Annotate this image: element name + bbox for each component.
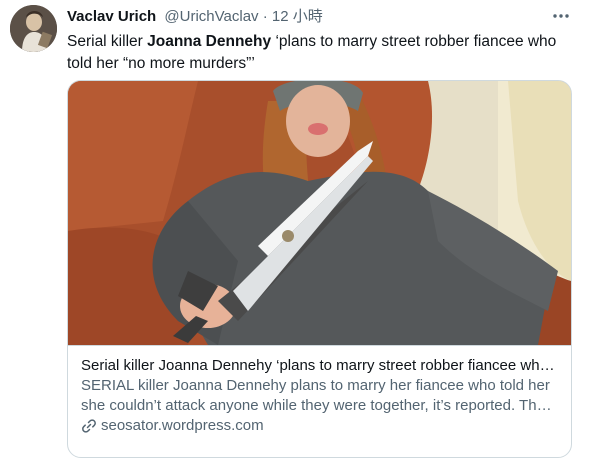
card-title[interactable]: Serial killer Joanna Dennehy ‘plans to m… [81,356,558,376]
card-domain[interactable]: seosator.wordpress.com [101,416,264,436]
link-icon [81,418,97,434]
tweet-header: Vaclav Urich @UrichVaclav · 12 小時 [67,7,323,27]
tweet-text-start: Serial killer [67,33,148,50]
avatar[interactable] [10,5,57,52]
card-photo [68,81,571,345]
avatar-image [10,5,57,52]
card-body: Serial killer Joanna Dennehy ‘plans to m… [68,345,571,457]
card-domain-row[interactable]: seosator.wordpress.com [81,416,558,436]
link-card[interactable]: Serial killer Joanna Dennehy ‘plans to m… [67,80,572,458]
card-image[interactable] [68,81,571,345]
tweet-timestamp[interactable]: 12 小時 [272,8,323,25]
tweet-text-bold: Joanna Dennehy [147,33,272,50]
separator-dot: · [262,8,268,25]
author-handle[interactable]: @UrichVaclav [164,8,258,25]
more-dots-glyph [553,14,569,18]
tweet: Vaclav Urich @UrichVaclav · 12 小時 Serial… [0,0,591,460]
author-name[interactable]: Vaclav Urich [67,8,156,25]
card-description: SERIAL killer Joanna Dennehy plans to ma… [81,377,550,414]
tweet-text: Serial killer Joanna Dennehy ‘plans to m… [67,31,572,75]
more-dots-icon[interactable] [549,6,573,26]
link-glyph [82,419,96,433]
